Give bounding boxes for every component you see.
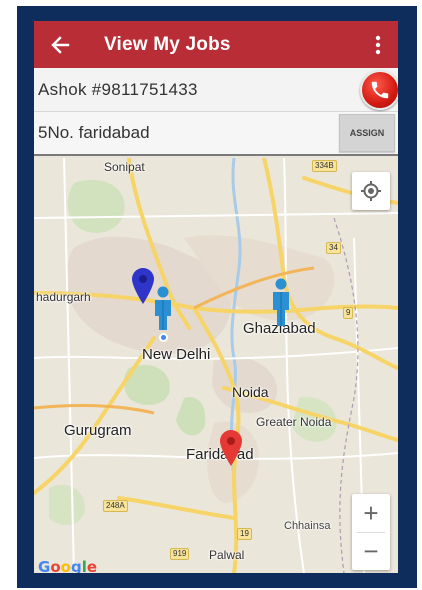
road-shield-9: 9 — [343, 307, 354, 319]
road-shield-248a: 248A — [103, 500, 128, 512]
more-vert-icon — [375, 35, 381, 54]
assign-button[interactable]: ASSIGN — [339, 114, 395, 152]
place-label-bahadurgarh: hadurgarh — [36, 290, 91, 304]
current-location-dot — [159, 333, 168, 342]
app-screen: View My Jobs Ashok #9811751433 5No. fari… — [34, 21, 398, 573]
road-shield-919: 919 — [170, 548, 190, 560]
call-button[interactable] — [360, 69, 398, 110]
arrow-left-icon — [51, 35, 70, 54]
address-row: 5No. faridabad ASSIGN — [34, 112, 398, 156]
place-label-gurugram: Gurugram — [64, 422, 132, 439]
map-pin-icon — [220, 430, 242, 466]
map-view[interactable]: Sonipat hadurgarh New Delhi Ghaziabad No… — [34, 158, 398, 573]
person-icon — [273, 278, 289, 326]
my-location-button[interactable] — [352, 172, 390, 210]
person-icon — [155, 286, 171, 330]
place-label-new-delhi: New Delhi — [142, 346, 211, 363]
zoom-out-button[interactable]: − — [352, 532, 390, 570]
place-label-chhainsa: Chhainsa — [284, 520, 331, 532]
place-label-palwal: Palwal — [209, 548, 245, 562]
place-label-sonipat: Sonipat — [104, 160, 145, 174]
job-location-pin[interactable] — [220, 430, 242, 471]
map-pin-icon — [132, 268, 154, 304]
blue-location-pin[interactable] — [132, 268, 154, 309]
road-shield-19: 19 — [237, 528, 252, 540]
map-base-layer — [34, 158, 398, 573]
overflow-menu-button[interactable] — [358, 21, 398, 68]
contact-row: Ashok #9811751433 — [34, 68, 398, 112]
crosshair-icon — [361, 181, 381, 201]
app-toolbar: View My Jobs — [34, 21, 398, 68]
google-logo: Google — [38, 558, 98, 573]
page-title: View My Jobs — [104, 33, 231, 55]
job-address: 5No. faridabad — [38, 123, 150, 142]
place-label-greater-noida: Greater Noida — [256, 415, 332, 429]
road-shield-34: 34 — [326, 242, 341, 254]
worker-marker-new-delhi[interactable] — [152, 286, 174, 335]
road-shield-334b: 334B — [312, 160, 337, 172]
back-button[interactable] — [34, 21, 86, 68]
phone-icon — [371, 81, 389, 98]
zoom-controls: + − — [352, 494, 390, 570]
contact-name-phone: Ashok #9811751433 — [38, 79, 198, 99]
worker-marker-ghaziabad[interactable] — [270, 278, 292, 331]
place-label-noida: Noida — [232, 384, 269, 400]
zoom-in-button[interactable]: + — [352, 494, 390, 532]
